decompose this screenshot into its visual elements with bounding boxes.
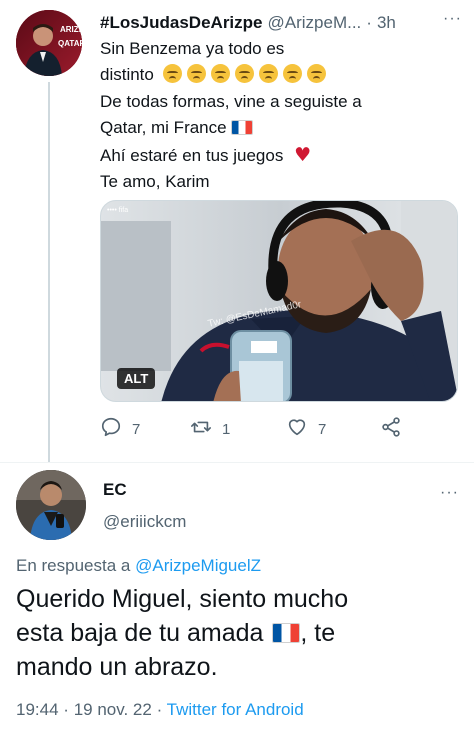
reply-time[interactable]: 19:44 [16,700,59,719]
reply-display-name[interactable]: EC [103,480,127,500]
red-heart-icon: ♥ [294,143,312,166]
replying-prefix: En respuesta a [16,556,131,575]
reply-line-1: Querido Miguel, siento mucho [16,585,349,613]
more-dots-icon[interactable]: ··· [443,10,462,28]
parent-line-5: Ahí estaré en tus juegos ♥ [100,142,460,169]
sad-face-icon [162,64,182,84]
reply-action[interactable]: 7 [100,414,140,444]
share-action[interactable] [380,414,402,444]
parent-line-3: De todas formas, vine a seguiste a [100,91,362,111]
reply-date[interactable]: 19 nov. 22 [74,700,152,719]
alt-text-badge[interactable]: ALT [117,368,156,389]
parent-tweet-header: #LosJudasDeArizpe @ArizpeM... · 3h ··· [100,10,464,36]
reply-line-2-tail: , te [300,619,336,647]
parent-tweet-text: Sin Benzema ya todo es distinto De todas… [100,36,460,195]
retweet-action[interactable]: 1 [190,414,230,444]
tweet-source-link[interactable]: Twitter for Android [167,700,304,719]
parent-line-5-text: Ahí estaré en tus juegos [100,145,284,165]
like-count: 7 [318,420,327,438]
tweet-photo[interactable]: •••• fifa Tw: @EsDeMamad0r ALT [100,200,458,402]
more-dots-icon[interactable]: ··· [440,484,459,502]
reply-count: 7 [132,420,141,438]
parent-line-2-text: distinto [100,65,154,85]
header-separator: · [366,13,372,32]
parent-timestamp[interactable]: 3h [377,13,396,33]
reply-avatar[interactable] [16,470,86,540]
sad-face-icon [306,64,326,84]
replying-to: En respuesta a @ArizpeMiguelZ [16,556,261,576]
reply-handle[interactable]: @eriiickcm [103,512,186,532]
reply-tweet-text: Querido Miguel, siento mucho esta baja d… [16,582,466,684]
parent-handle[interactable]: @ArizpeM... [268,13,362,33]
sad-face-emojis [162,64,331,84]
heart-outline-icon [286,416,308,442]
avatar-text-bottom: QATAR [58,39,82,48]
svg-text:•••• fifa: •••• fifa [107,207,128,214]
like-action[interactable]: 7 [286,414,326,444]
sad-face-icon [210,64,230,84]
meta-separator: · [63,700,69,719]
reply-line-2: esta baja de tu amada , te [16,616,466,650]
meta-separator: · [156,700,163,719]
reply-line-2-text: esta baja de tu amada [16,619,264,647]
france-flag-icon [272,623,301,643]
parent-action-bar: 7 1 7 [100,414,410,444]
share-icon [380,416,402,442]
parent-line-2: distinto [100,62,460,88]
thread-connector-line [48,82,50,462]
reply-line-3: mando un abrazo. [16,653,218,681]
sad-face-icon [282,64,302,84]
retweet-count: 1 [222,420,231,438]
sad-face-icon [186,64,206,84]
retweet-icon [190,416,212,442]
replying-mention-link[interactable]: @ArizpeMiguelZ [135,556,261,575]
avatar-text-top: ARIZP [60,25,82,34]
parent-line-4-text: Qatar, mi France [100,118,227,138]
reply-metadata: 19:44 · 19 nov. 22 · Twitter for Android [16,700,304,720]
tweet-divider [0,462,474,463]
france-flag-icon [231,120,254,136]
parent-avatar[interactable]: ARIZP QATAR [16,10,82,76]
sad-face-icon [258,64,278,84]
sad-face-icon [234,64,254,84]
parent-line-4: Qatar, mi France [100,115,460,141]
parent-line-6: Te amo, Karim [100,172,210,192]
parent-display-name[interactable]: #LosJudasDeArizpe [100,13,263,33]
parent-line-1: Sin Benzema ya todo es [100,39,285,58]
reply-icon [100,416,122,442]
